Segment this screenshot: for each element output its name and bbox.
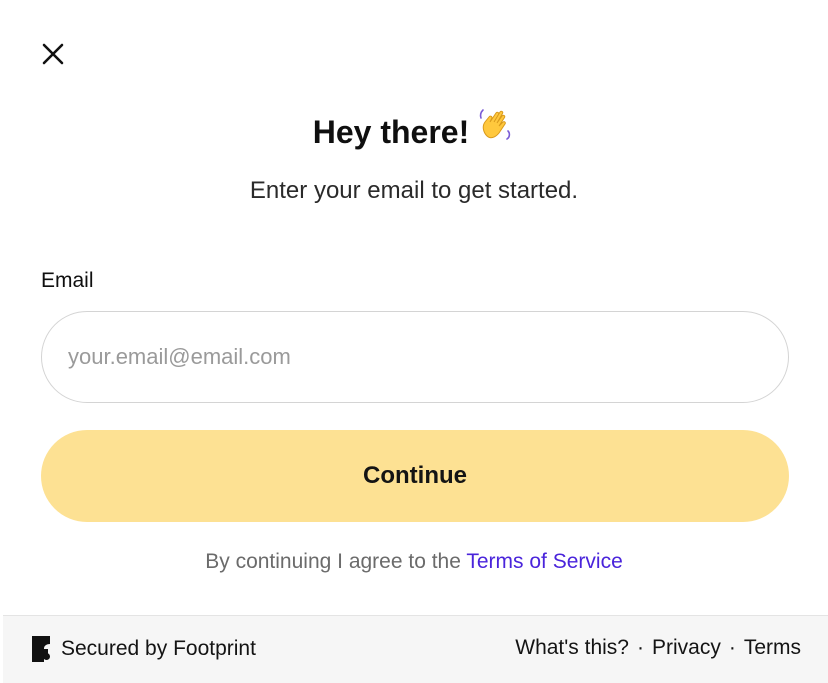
close-icon [42, 43, 64, 65]
footer: Secured by Footprint What's this? · Priv… [3, 615, 828, 683]
footer-separator: · [728, 636, 736, 659]
footer-brand: Secured by Footprint [32, 636, 256, 662]
footer-brand-label: Secured by Footprint [61, 637, 256, 660]
footer-link-whats-this[interactable]: What's this? [515, 636, 629, 660]
footer-separator: · [636, 636, 644, 659]
terms-of-service-link[interactable]: Terms of Service [466, 550, 622, 573]
waving-hand-icon [477, 106, 515, 155]
identify-dialog: Hey there! Enter your email to get start… [0, 0, 828, 683]
footer-link-terms[interactable]: Terms [744, 636, 801, 660]
email-label: Email [41, 269, 94, 292]
page-title: Hey there! [0, 109, 828, 155]
footprint-logo-icon [32, 636, 50, 662]
page-title-text: Hey there! [312, 114, 470, 150]
footer-link-privacy[interactable]: Privacy [652, 636, 721, 660]
continue-button[interactable]: Continue [41, 430, 789, 522]
close-button[interactable] [36, 37, 70, 71]
footer-links: What's this? · Privacy · Terms [515, 636, 801, 660]
page-subtitle: Enter your email to get started. [249, 177, 579, 204]
legal-prefix: By continuing I agree to the [205, 550, 467, 573]
email-field[interactable] [41, 311, 789, 403]
legal-text: By continuing I agree to the Terms of Se… [0, 548, 828, 576]
